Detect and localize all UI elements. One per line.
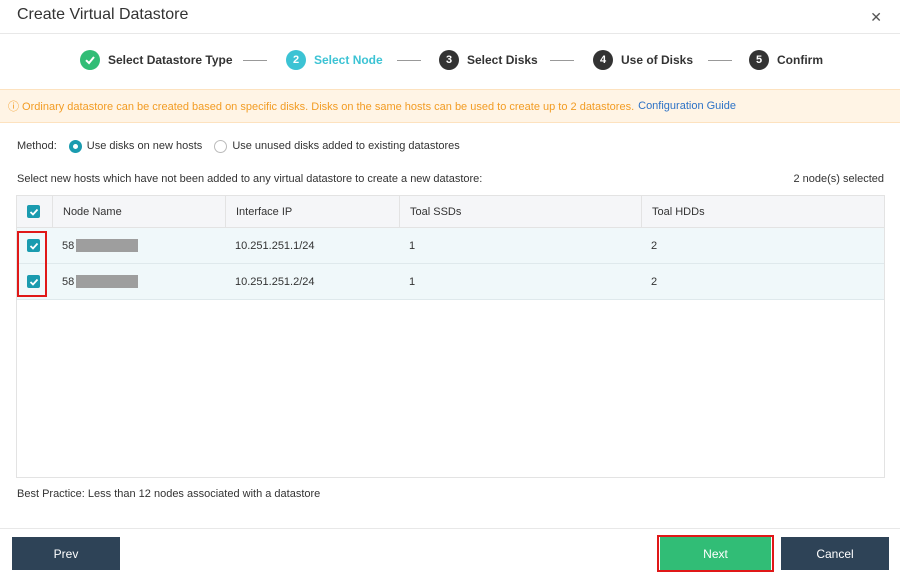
node-name: 58: [62, 275, 75, 288]
node-name-cell: 58: [52, 264, 225, 299]
info-banner: ⓘ Ordinary datastore can be created base…: [0, 89, 900, 123]
select-all-cell: [17, 196, 52, 227]
column-total-hdds[interactable]: Toal HDDs: [641, 196, 884, 227]
step-number: 2: [286, 50, 306, 70]
step-separator: [243, 60, 267, 61]
configuration-guide-link[interactable]: Configuration Guide: [638, 100, 736, 112]
select-all-checkbox[interactable]: [27, 205, 40, 218]
table-row[interactable]: 58 10.251.251.1/24 1 2: [17, 228, 884, 264]
step-label: Confirm: [777, 53, 823, 67]
hdds-cell: 2: [651, 275, 658, 288]
table-row[interactable]: 58 10.251.251.2/24 1 2: [17, 264, 884, 300]
step-number: 4: [593, 50, 613, 70]
radio-label: Use disks on new hosts: [86, 140, 203, 152]
step-use-of-disks: 4 Use of Disks: [593, 48, 693, 72]
row-checkbox[interactable]: [27, 275, 40, 288]
step-label: Use of Disks: [621, 53, 694, 67]
step-label: Select Disks: [467, 53, 538, 67]
step-separator: [708, 60, 732, 61]
step-select-disks: 3 Select Disks: [439, 48, 538, 72]
redacted-mask: [76, 239, 139, 252]
step-number: 5: [749, 50, 769, 70]
step-separator: [550, 60, 574, 61]
row-checkbox-cell: [17, 228, 52, 263]
radio-use-disks-on-new-hosts[interactable]: Use disks on new hosts: [68, 139, 203, 153]
node-name-cell: 58: [52, 228, 225, 263]
step-confirm: 5 Confirm: [749, 48, 823, 72]
dialog-footer: Prev Next Cancel: [0, 528, 900, 573]
radio-label: Use unused disks added to existing datas…: [232, 140, 460, 152]
redacted-mask: [76, 275, 139, 288]
column-interface-ip[interactable]: Interface IP: [225, 196, 399, 227]
ssds-cell: 1: [409, 275, 416, 288]
row-checkbox-cell: [17, 264, 52, 299]
step-separator: [397, 60, 421, 61]
interface-ip-cell: 10.251.251.1/24: [235, 239, 315, 252]
row-checkbox[interactable]: [27, 239, 40, 252]
check-icon: [80, 50, 100, 70]
wizard-steps: Select Datastore Type 2 Select Node 3 Se…: [0, 48, 900, 74]
interface-ip-cell: 10.251.251.2/24: [235, 275, 315, 288]
nodes-table: Node Name Interface IP Toal SSDs Toal HD…: [16, 195, 885, 478]
column-node-name[interactable]: Node Name: [52, 196, 225, 227]
banner-text: ⓘ Ordinary datastore can be created base…: [8, 101, 635, 113]
ssds-cell: 1: [409, 239, 416, 252]
radio-selected-icon[interactable]: [68, 139, 82, 153]
step-number: 3: [439, 50, 459, 70]
step-label: Select Datastore Type: [108, 53, 233, 67]
column-total-ssds[interactable]: Toal SSDs: [399, 196, 628, 227]
method-label: Method:: [17, 140, 57, 152]
close-icon[interactable]: ✕: [870, 9, 882, 26]
cancel-button[interactable]: Cancel: [781, 537, 889, 570]
selected-count: 2 node(s) selected: [793, 173, 885, 185]
hdds-cell: 2: [651, 239, 658, 252]
node-name: 58: [62, 239, 75, 252]
dialog-header: Create Virtual Datastore ✕: [0, 0, 900, 34]
prev-button[interactable]: Prev: [12, 537, 120, 570]
method-selector: Method: Use disks on new hosts Use unuse…: [17, 138, 460, 154]
table-header: Node Name Interface IP Toal SSDs Toal HD…: [17, 196, 884, 228]
radio-unselected-icon[interactable]: [214, 139, 228, 153]
instruction-text: Select new hosts which have not been add…: [17, 173, 483, 185]
best-practice-note: Best Practice: Less than 12 nodes associ…: [17, 488, 321, 500]
step-label: Select Node: [314, 53, 383, 67]
dialog-title: Create Virtual Datastore: [17, 6, 189, 23]
radio-use-unused-disks[interactable]: Use unused disks added to existing datas…: [214, 139, 460, 153]
step-select-datastore-type: Select Datastore Type: [80, 48, 233, 72]
step-select-node: 2 Select Node: [286, 48, 383, 72]
next-button[interactable]: Next: [660, 537, 771, 570]
